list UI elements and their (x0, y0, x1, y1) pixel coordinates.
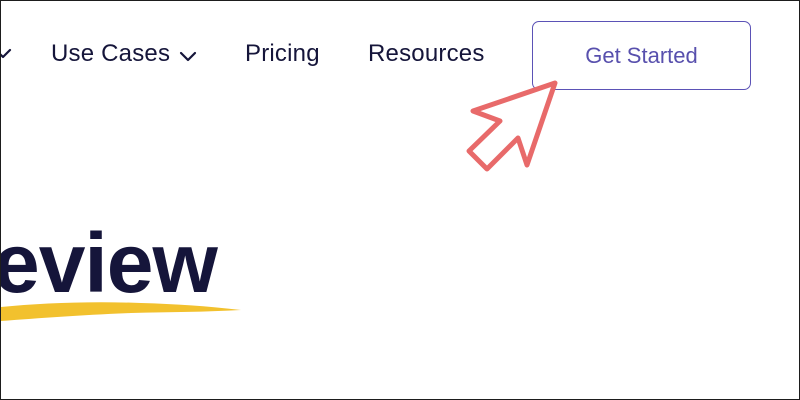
nav-item-resources[interactable]: Resources (368, 39, 485, 69)
highlight-underline (1, 302, 241, 321)
screenshot-frame: Use Cases Pricing Resources Get Started … (0, 0, 800, 400)
nav-item-label: Pricing (245, 40, 320, 67)
chevron-down-icon (1, 48, 12, 59)
chevron-down-icon (180, 51, 197, 61)
nav-item-pricing[interactable]: Pricing (245, 39, 320, 69)
nav-item-label: Resources (368, 40, 485, 67)
nav-item-label: Use Cases (51, 40, 171, 67)
arrow-pointer-icon (466, 80, 558, 172)
nav-item-use-cases[interactable]: Use Cases (51, 39, 198, 69)
